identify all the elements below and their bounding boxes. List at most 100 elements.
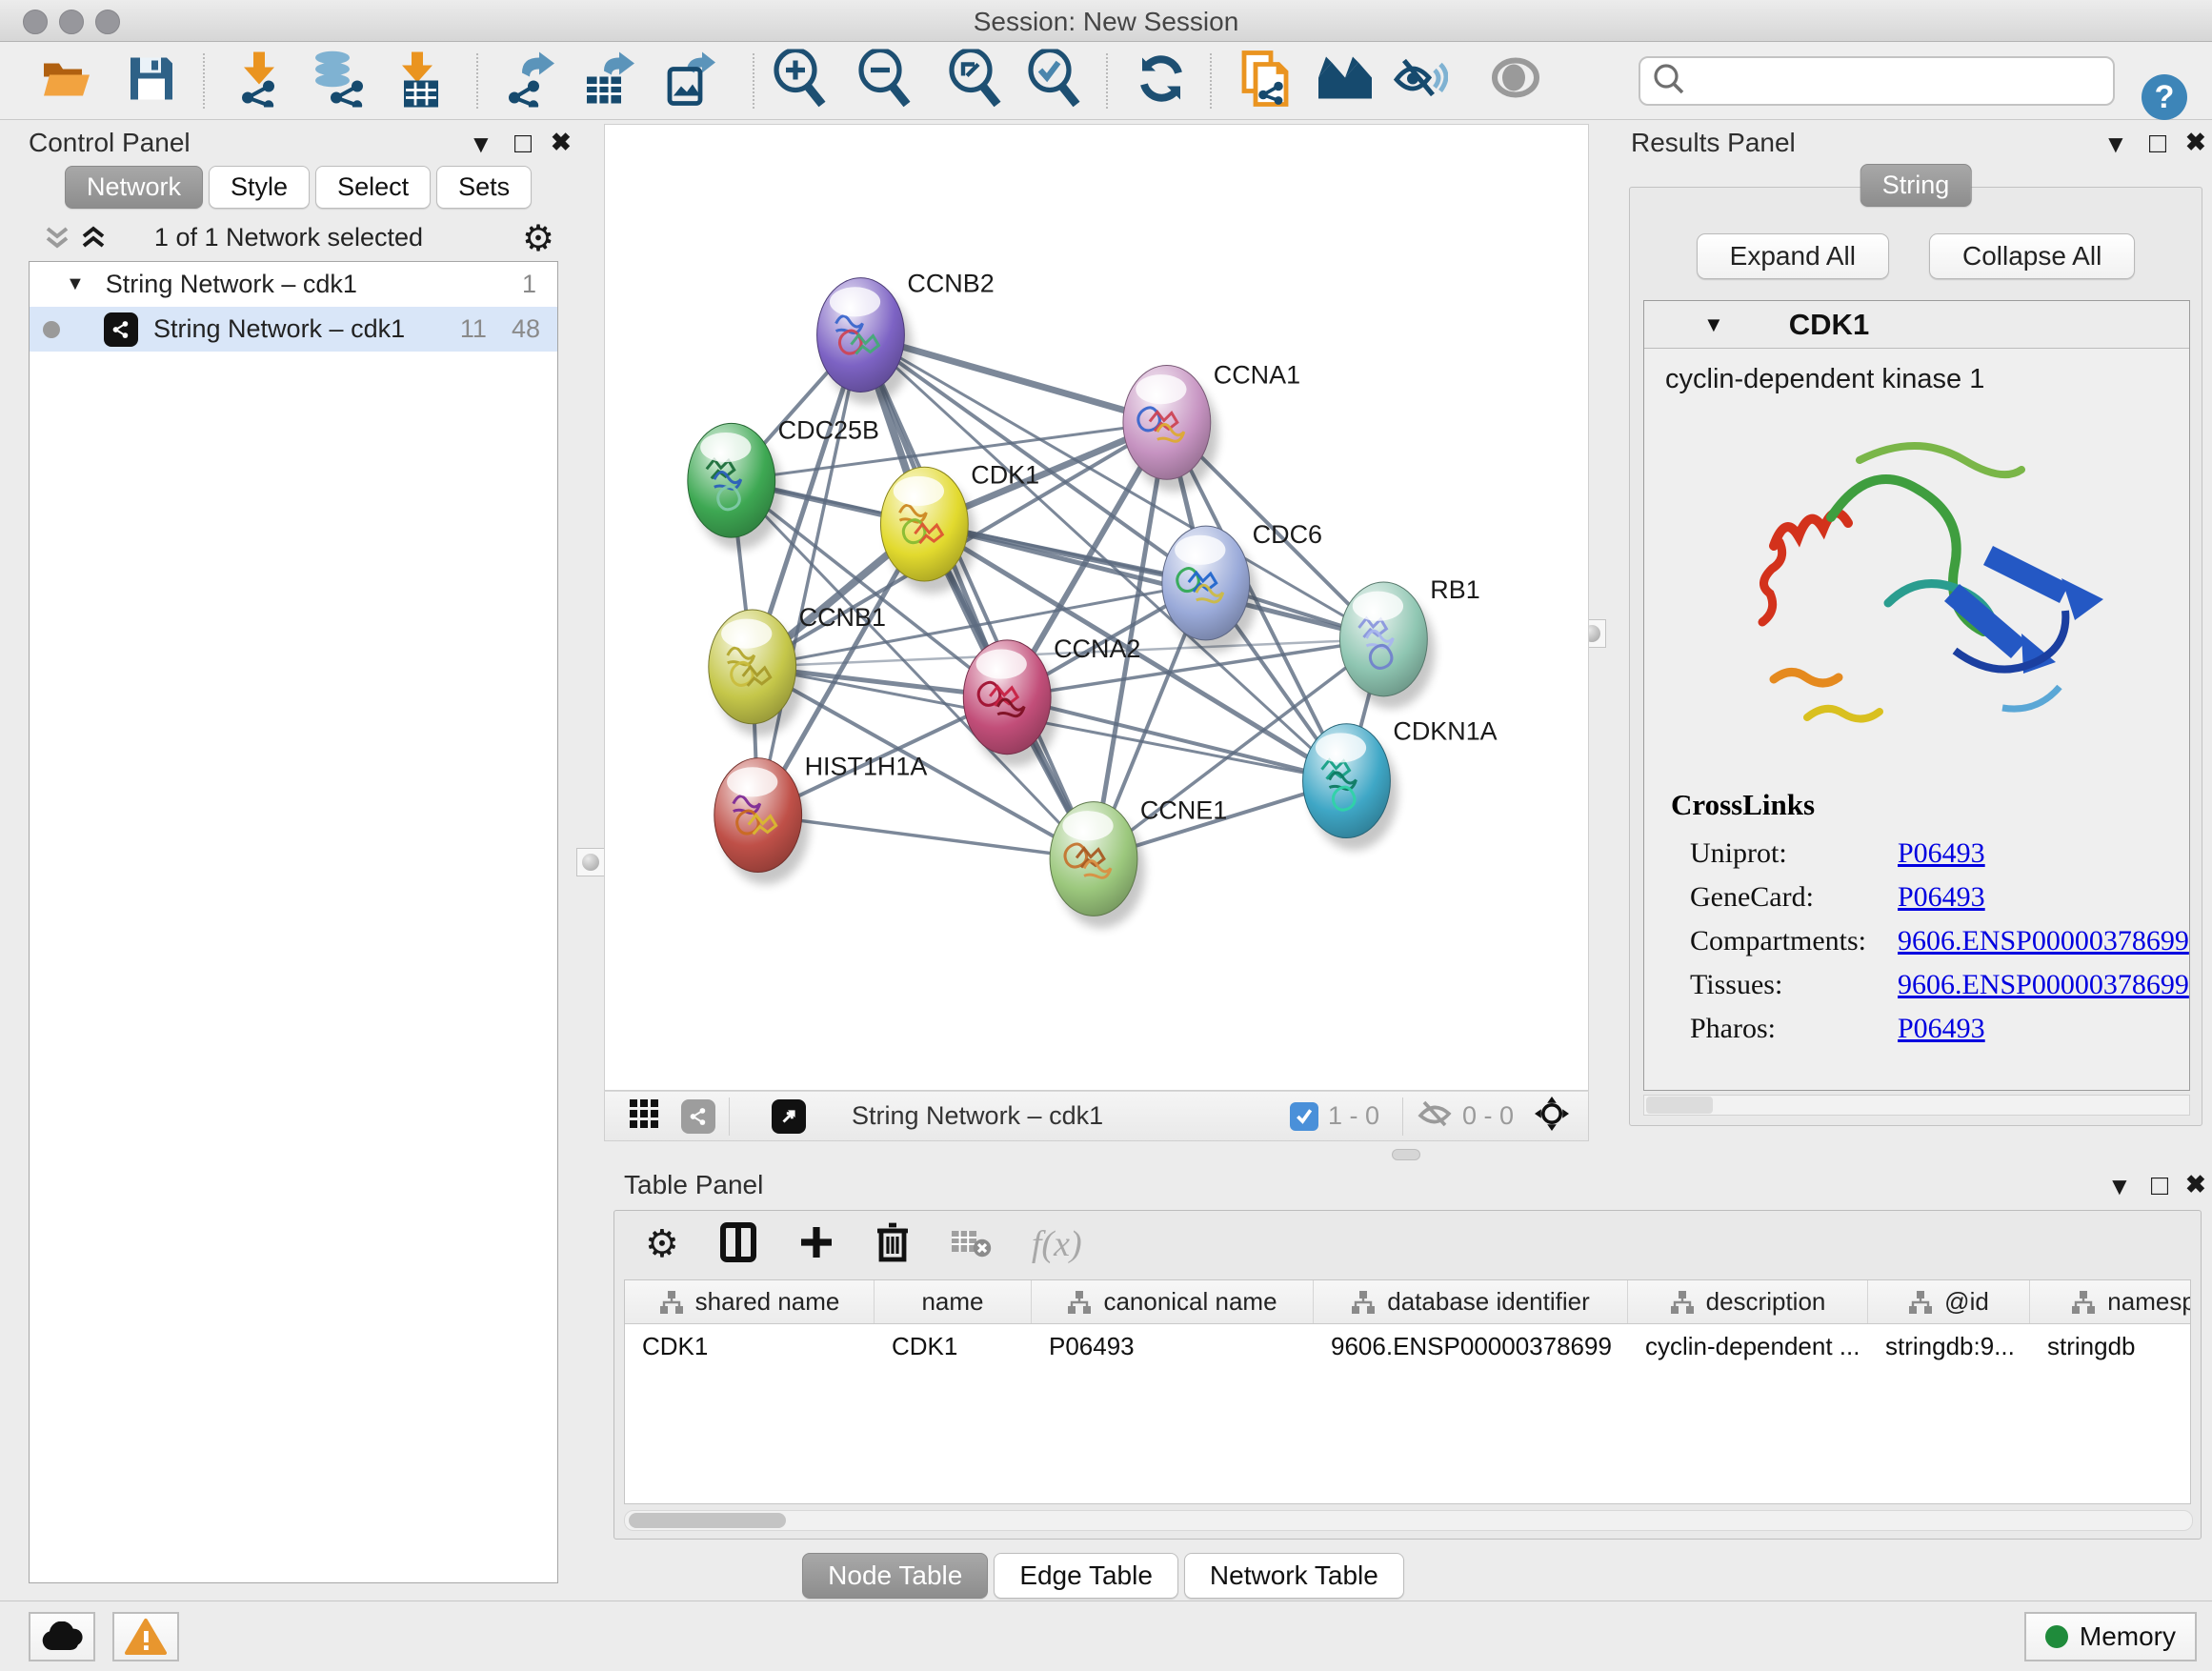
left-splitter-handle[interactable]	[576, 848, 605, 876]
tab-node-table[interactable]: Node Table	[802, 1553, 988, 1599]
import-network-database-icon[interactable]	[310, 50, 369, 111]
tab-string[interactable]: String	[1860, 164, 1972, 207]
open-session-icon[interactable]	[40, 55, 93, 106]
export-image-icon[interactable]	[662, 50, 715, 111]
show-all-icon[interactable]	[1489, 54, 1542, 107]
crosslink-link[interactable]: P06493	[1898, 832, 1985, 876]
panel-menu-icon[interactable]: ▼	[2107, 1172, 2132, 1201]
status-bar: Memory	[0, 1601, 2212, 1671]
network-status-dot	[43, 321, 60, 338]
first-neighbors-icon[interactable]	[1315, 52, 1376, 109]
table-cell[interactable]: CDK1	[875, 1324, 1032, 1368]
table-cell[interactable]: CDK1	[625, 1324, 875, 1368]
export-table-icon[interactable]	[581, 50, 634, 111]
add-column-icon[interactable]	[797, 1223, 835, 1266]
collapse-all-button[interactable]: Collapse All	[1929, 233, 2135, 279]
delete-column-icon[interactable]	[875, 1221, 910, 1268]
svg-text:CDC6: CDC6	[1253, 520, 1322, 549]
tab-network-table[interactable]: Network Table	[1184, 1553, 1404, 1599]
tree-expander-icon[interactable]: ▼	[66, 273, 85, 295]
network-graph[interactable]: CCNB2CCNA1CDC25BCDK1CDC6RB1CCNB1CCNA2CDK…	[605, 125, 1588, 1090]
column-header[interactable]: database identifier	[1314, 1280, 1628, 1323]
function-builder-icon[interactable]: f(x)	[1032, 1223, 1082, 1265]
birds-eye-view-icon[interactable]	[772, 1099, 806, 1134]
panel-menu-icon[interactable]: ▼	[469, 130, 493, 159]
crosslink-link[interactable]: P06493	[1898, 1007, 1985, 1051]
zoom-fit-icon[interactable]	[946, 49, 1001, 112]
close-panel-icon[interactable]: ✖	[2185, 1170, 2206, 1199]
table-cell[interactable]: 9606.ENSP00000378699	[1314, 1324, 1628, 1368]
tab-select[interactable]: Select	[315, 166, 431, 209]
warning-icon	[125, 1618, 167, 1656]
tab-network[interactable]: Network	[65, 166, 203, 209]
hide-selected-icon[interactable]	[1391, 52, 1448, 109]
crosslink-link[interactable]: 9606.ENSP00000378699	[1898, 963, 2189, 1007]
expand-all-button[interactable]: Expand All	[1697, 233, 1889, 279]
svg-text:CCNB2: CCNB2	[907, 270, 994, 298]
memory-status-dot	[2045, 1625, 2068, 1648]
memory-button[interactable]: Memory	[2024, 1612, 2197, 1661]
close-panel-icon[interactable]: ✖	[551, 128, 572, 157]
float-panel-icon[interactable]: □	[2149, 128, 2166, 160]
column-header[interactable]: @id	[1868, 1280, 2030, 1323]
table-options-gear-icon[interactable]: ⚙	[645, 1222, 679, 1266]
selected-checkbox-icon[interactable]	[1290, 1102, 1318, 1131]
table-row[interactable]: CDK1CDK1P064939606.ENSP00000378699cyclin…	[625, 1324, 2190, 1368]
search-input[interactable]	[1686, 67, 2096, 96]
network-collection-row[interactable]: ▼ String Network – cdk1 1	[30, 262, 557, 307]
search-field[interactable]	[1639, 56, 2115, 106]
column-type-icon	[1670, 1290, 1695, 1315]
section-expander-icon[interactable]: ▼	[1703, 312, 1724, 337]
column-type-icon	[1067, 1290, 1092, 1315]
table-horizontal-scrollbar[interactable]	[624, 1510, 2193, 1531]
network-edge-count: 48	[512, 314, 540, 344]
save-session-icon[interactable]	[127, 53, 176, 108]
tab-edge-table[interactable]: Edge Table	[994, 1553, 1178, 1599]
export-network-icon[interactable]	[503, 50, 556, 111]
duplicate-network-icon[interactable]	[1238, 49, 1292, 112]
float-panel-icon[interactable]: □	[514, 128, 532, 160]
network-view-type-icon[interactable]	[681, 1099, 715, 1134]
tab-style[interactable]: Style	[209, 166, 310, 209]
import-network-file-icon[interactable]	[232, 50, 286, 111]
crosslink-link[interactable]: 9606.ENSP00000378699	[1898, 919, 2189, 963]
control-panel: Control Panel ▼ □ ✖ NetworkStyleSelectSe…	[10, 126, 568, 1591]
help-button[interactable]: ?	[2142, 74, 2187, 120]
toolbar-separator	[753, 53, 754, 109]
network-options-gear-icon[interactable]: ⚙	[522, 217, 554, 260]
column-header[interactable]: namespace	[2030, 1280, 2191, 1323]
crosslink-row: GeneCard:P06493	[1671, 876, 2189, 919]
crosslink-link[interactable]: P06493	[1898, 876, 1985, 919]
tab-sets[interactable]: Sets	[436, 166, 532, 209]
table-cell[interactable]: P06493	[1032, 1324, 1314, 1368]
warnings-button[interactable]	[112, 1612, 179, 1661]
table-cell[interactable]: cyclin-dependent ...	[1628, 1324, 1868, 1368]
results-scrollbar[interactable]	[1643, 1095, 2190, 1116]
column-header[interactable]: name	[875, 1280, 1032, 1323]
table-cell[interactable]: stringdb:9...	[1868, 1324, 2030, 1368]
zoom-out-icon[interactable]	[855, 49, 911, 112]
refresh-layout-icon[interactable]	[1135, 51, 1188, 110]
column-type-icon	[2071, 1290, 2096, 1315]
close-panel-icon[interactable]: ✖	[2185, 128, 2206, 157]
horizontal-splitter-grip[interactable]	[1392, 1149, 1420, 1160]
column-header[interactable]: canonical name	[1032, 1280, 1314, 1323]
crosslink-row: Compartments:9606.ENSP00000378699	[1671, 919, 2189, 963]
network-row[interactable]: String Network – cdk1 11 48	[30, 307, 557, 352]
import-table-file-icon[interactable]	[394, 50, 444, 111]
node-section-header[interactable]: ▼ CDK1	[1644, 301, 2189, 349]
zoom-in-icon[interactable]	[771, 49, 826, 112]
show-columns-icon[interactable]	[719, 1221, 757, 1268]
delete-table-icon[interactable]	[950, 1225, 992, 1264]
zoom-selected-icon[interactable]	[1025, 49, 1080, 112]
hidden-eye-icon[interactable]	[1417, 1098, 1453, 1134]
fit-selected-crosshair-icon[interactable]	[1533, 1095, 1571, 1137]
grid-view-icon[interactable]	[628, 1097, 660, 1135]
column-header[interactable]: description	[1628, 1280, 1868, 1323]
column-header[interactable]: shared name	[625, 1280, 875, 1323]
network-canvas[interactable]: CCNB2CCNA1CDC25BCDK1CDC6RB1CCNB1CCNA2CDK…	[604, 124, 1589, 1091]
cloud-status-button[interactable]	[29, 1612, 95, 1661]
table-cell[interactable]: stringdb	[2030, 1324, 2191, 1368]
float-panel-icon[interactable]: □	[2151, 1170, 2168, 1202]
panel-menu-icon[interactable]: ▼	[2103, 130, 2128, 159]
